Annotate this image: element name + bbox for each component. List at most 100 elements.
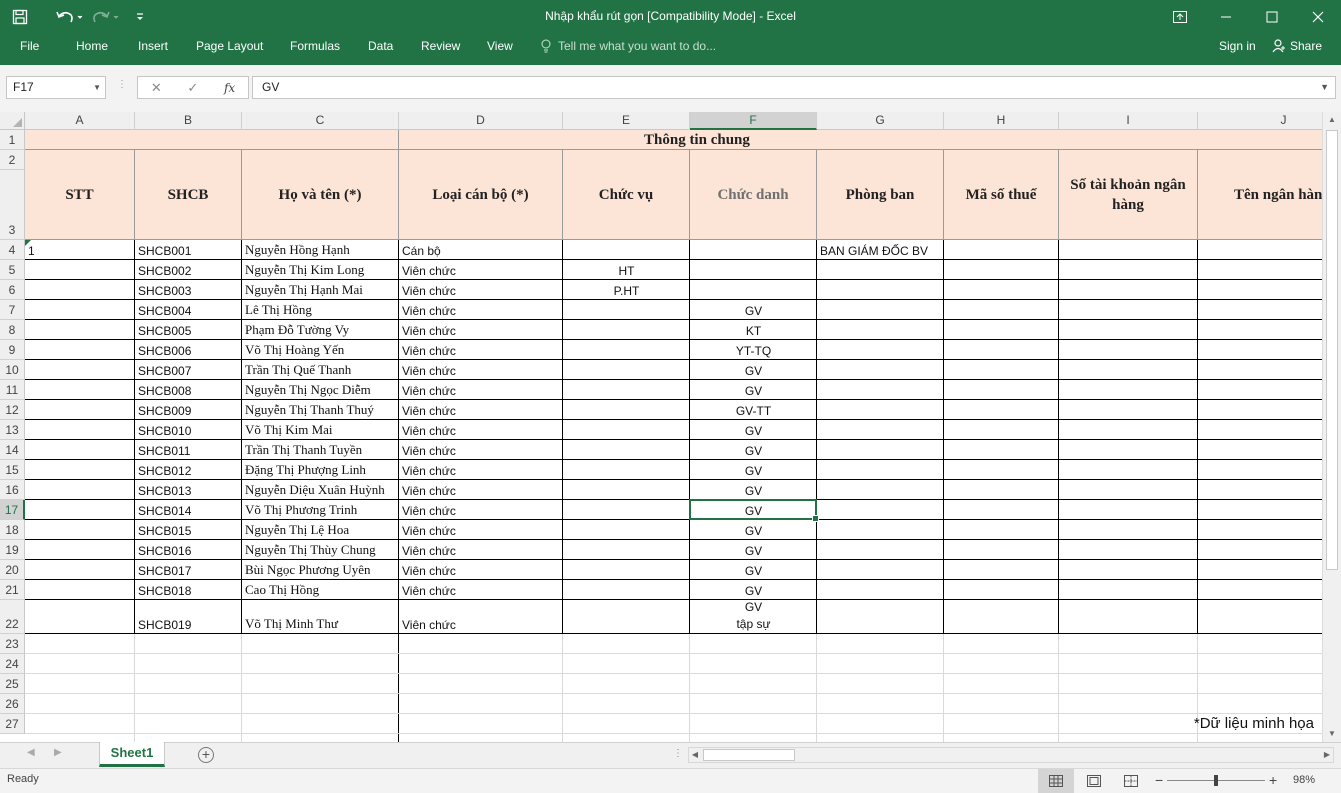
- cell-b7[interactable]: SHCB004: [135, 300, 241, 319]
- page-layout-view-icon[interactable]: [1076, 769, 1112, 793]
- cell-c21[interactable]: Cao Thị Hồng: [242, 580, 398, 599]
- cell-g4[interactable]: BAN GIÁM ĐỐC BV: [817, 240, 943, 259]
- cell-d15[interactable]: Viên chức: [399, 460, 562, 479]
- cell-c12[interactable]: Nguyễn Thị Thanh Thuý: [242, 400, 398, 419]
- cell-d12[interactable]: Viên chức: [399, 400, 562, 419]
- row-header-12[interactable]: 12: [0, 400, 25, 420]
- cell-b18[interactable]: SHCB015: [135, 520, 241, 539]
- tab-view[interactable]: View: [487, 33, 513, 59]
- tab-page-layout[interactable]: Page Layout: [196, 33, 263, 59]
- cell-d8[interactable]: Viên chức: [399, 320, 562, 339]
- insert-function-icon[interactable]: fx: [224, 81, 235, 95]
- cell-b11[interactable]: SHCB008: [135, 380, 241, 399]
- cell-c6[interactable]: Nguyễn Thị Hạnh Mai: [242, 280, 398, 299]
- select-all-button[interactable]: [0, 112, 25, 130]
- cell-c16[interactable]: Nguyễn Diệu Xuân Huỳnh: [242, 480, 398, 499]
- row-header-26[interactable]: 26: [0, 694, 25, 714]
- column-header-d[interactable]: D: [399, 112, 563, 130]
- sheet-tab-sheet1[interactable]: Sheet1: [99, 742, 165, 767]
- cell-d14[interactable]: Viên chức: [399, 440, 562, 459]
- cell-d17[interactable]: Viên chức: [399, 500, 562, 519]
- vertical-scroll-thumb[interactable]: [1326, 130, 1338, 570]
- chevron-down-icon[interactable]: ▼: [93, 77, 101, 98]
- column-header-g[interactable]: G: [817, 112, 944, 130]
- page-break-preview-icon[interactable]: [1113, 769, 1149, 793]
- row-header-24[interactable]: 24: [0, 654, 25, 674]
- cell-c20[interactable]: Bùi Ngọc Phương Uyên: [242, 560, 398, 579]
- cell-d5[interactable]: Viên chức: [399, 260, 562, 279]
- cell-b8[interactable]: SHCB005: [135, 320, 241, 339]
- minimize-icon[interactable]: [1203, 0, 1249, 33]
- cancel-icon[interactable]: ✕: [151, 80, 162, 96]
- zoom-level[interactable]: 98%: [1293, 774, 1315, 786]
- cell-f9[interactable]: YT-TQ: [690, 340, 816, 359]
- cell-f19[interactable]: GV: [690, 540, 816, 559]
- normal-view-icon[interactable]: [1038, 769, 1074, 793]
- zoom-out-icon[interactable]: −: [1155, 772, 1163, 788]
- cell-f13[interactable]: GV: [690, 420, 816, 439]
- cell-b21[interactable]: SHCB018: [135, 580, 241, 599]
- cell-b13[interactable]: SHCB010: [135, 420, 241, 439]
- vertical-scrollbar[interactable]: ▲ ▼: [1322, 112, 1341, 742]
- row-header-16[interactable]: 16: [0, 480, 25, 500]
- row-header-13[interactable]: 13: [0, 420, 25, 440]
- enter-icon[interactable]: ✓: [187, 80, 198, 96]
- column-header-c[interactable]: C: [242, 112, 399, 130]
- row-header-1[interactable]: 1: [0, 130, 25, 150]
- cell-c15[interactable]: Đặng Thị Phượng Linh: [242, 460, 398, 479]
- zoom-in-icon[interactable]: +: [1269, 772, 1277, 788]
- tab-formulas[interactable]: Formulas: [290, 33, 340, 59]
- cell-a4[interactable]: 1: [25, 240, 134, 259]
- horizontal-scrollbar[interactable]: ◀ ▶: [688, 747, 1334, 763]
- tell-me-box[interactable]: Tell me what you want to do...: [540, 33, 716, 59]
- cell-f16[interactable]: GV: [690, 480, 816, 499]
- row-header-27[interactable]: 27: [0, 714, 25, 734]
- row-header-14[interactable]: 14: [0, 440, 25, 460]
- row-header-20[interactable]: 20: [0, 560, 25, 580]
- row-header-2[interactable]: 2: [0, 150, 25, 170]
- expand-formula-bar-icon[interactable]: ▼: [1320, 77, 1329, 98]
- cell-b15[interactable]: SHCB012: [135, 460, 241, 479]
- row-header-7[interactable]: 7: [0, 300, 25, 320]
- cell-b19[interactable]: SHCB016: [135, 540, 241, 559]
- worksheet-grid[interactable]: A B C D E F G H I J 1 2 3 4 5 6 7 8 9 10 11 12 13 14 15 16 17 18 19 2…: [0, 112, 1322, 742]
- row-header-18[interactable]: 18: [0, 520, 25, 540]
- cell-f12[interactable]: GV-TT: [690, 400, 816, 419]
- cell-d9[interactable]: Viên chức: [399, 340, 562, 359]
- cell-c7[interactable]: Lê Thị Hồng: [242, 300, 398, 319]
- cell-f11[interactable]: GV: [690, 380, 816, 399]
- cell-b6[interactable]: SHCB003: [135, 280, 241, 299]
- horizontal-scroll-thumb[interactable]: [703, 749, 795, 761]
- cell-b20[interactable]: SHCB017: [135, 560, 241, 579]
- row-header-5[interactable]: 5: [0, 260, 25, 280]
- row-header-4[interactable]: 4: [0, 240, 25, 260]
- cell-c8[interactable]: Phạm Đỗ Tường Vy: [242, 320, 398, 339]
- ribbon-display-options-icon[interactable]: [1157, 0, 1203, 33]
- tab-review[interactable]: Review: [421, 33, 460, 59]
- cell-b14[interactable]: SHCB011: [135, 440, 241, 459]
- column-header-b[interactable]: B: [135, 112, 242, 130]
- cell-b10[interactable]: SHCB007: [135, 360, 241, 379]
- cell-b17[interactable]: SHCB014: [135, 500, 241, 519]
- close-icon[interactable]: [1295, 0, 1341, 33]
- cell-c17[interactable]: Võ Thị Phương Trinh: [242, 500, 398, 519]
- cell-c22[interactable]: Võ Thị Minh Thư: [242, 600, 398, 633]
- cell-c18[interactable]: Nguyễn Thị Lệ Hoa: [242, 520, 398, 539]
- cell-c14[interactable]: Trần Thị Thanh Tuyền: [242, 440, 398, 459]
- add-sheet-icon[interactable]: +: [198, 747, 214, 763]
- tab-home[interactable]: Home: [76, 33, 108, 59]
- row-header-15[interactable]: 15: [0, 460, 25, 480]
- cell-d21[interactable]: Viên chức: [399, 580, 562, 599]
- prev-sheet-icon[interactable]: ◀: [27, 747, 35, 758]
- zoom-slider[interactable]: [1167, 775, 1265, 786]
- cell-f10[interactable]: GV: [690, 360, 816, 379]
- zoom-slider-knob[interactable]: [1214, 775, 1218, 786]
- scroll-left-icon[interactable]: ◀: [689, 748, 701, 762]
- row-header-23[interactable]: 23: [0, 634, 25, 654]
- row-header-8[interactable]: 8: [0, 320, 25, 340]
- cell-f18[interactable]: GV: [690, 520, 816, 539]
- column-header-a[interactable]: A: [25, 112, 135, 130]
- formula-input[interactable]: GV ▼: [252, 76, 1336, 99]
- cell-d19[interactable]: Viên chức: [399, 540, 562, 559]
- scroll-right-icon[interactable]: ▶: [1321, 748, 1333, 762]
